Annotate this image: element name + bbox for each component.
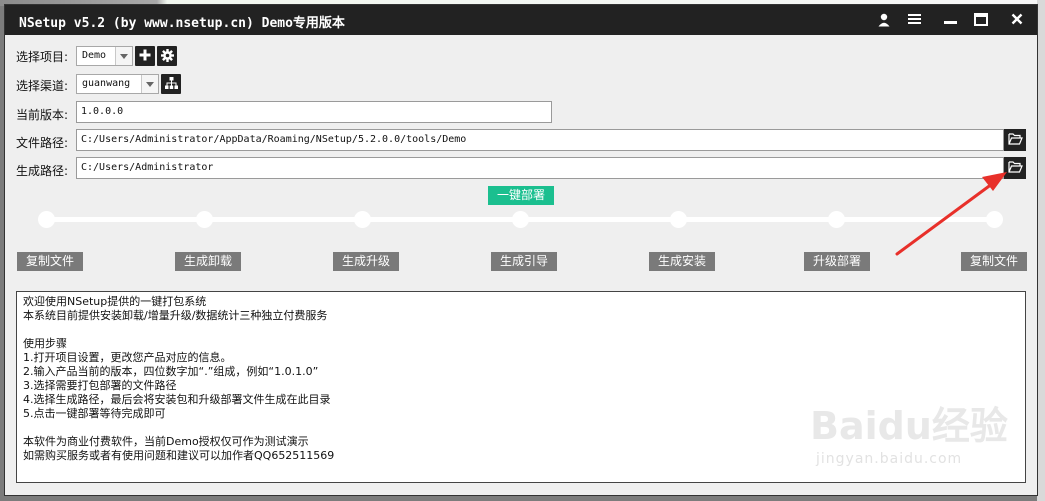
- annotation-arrow: [895, 172, 1007, 256]
